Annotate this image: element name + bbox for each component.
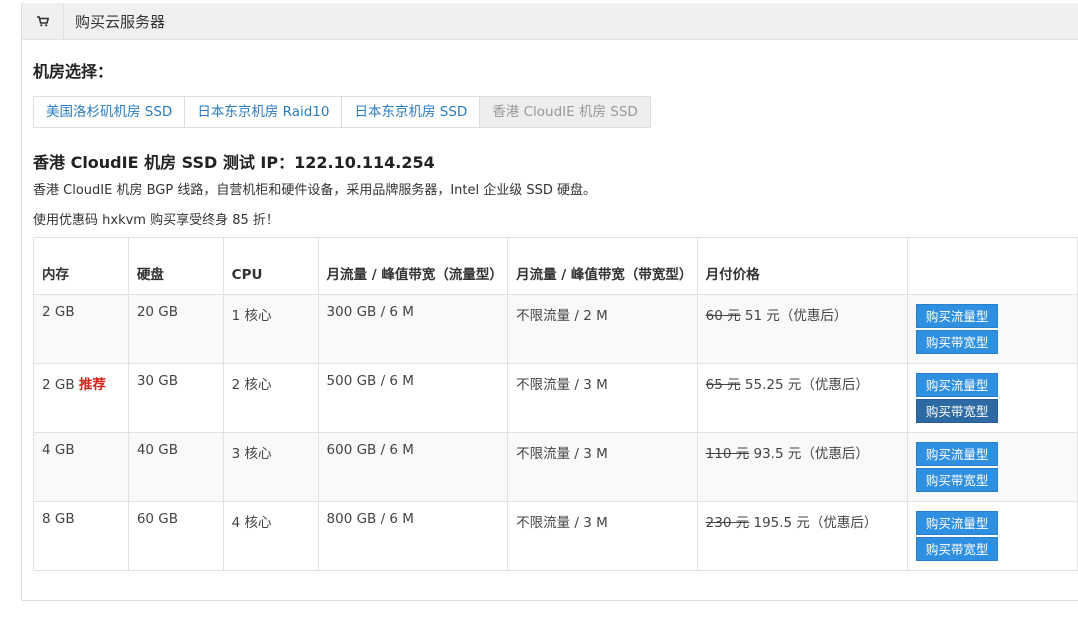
plans-table: 内存 硬盘 CPU 月流量 / 峰值带宽（流量型） 月流量 / 峰值带宽（带宽型… xyxy=(33,237,1078,571)
room-title: 香港 CloudIE 机房 SSD 测试 IP：122.10.114.254 xyxy=(33,153,435,172)
coupon-note: 使用优惠码 hxkvm 购买享受终身 85 折！ xyxy=(33,213,279,228)
cell-bandwidth: 不限流量 / 3 M xyxy=(507,501,698,571)
table-row: 2 GB 20 GB 1 核心 300 GB / 6 M 不限流量 / 2 M … xyxy=(33,294,1078,364)
cell-disk: 40 GB xyxy=(127,432,224,502)
cell-traffic: 300 GB / 6 M xyxy=(317,294,509,364)
col-header-price: 月付价格 xyxy=(696,237,909,295)
table-row: 8 GB 60 GB 4 核心 800 GB / 6 M 不限流量 / 3 M … xyxy=(33,501,1078,571)
tab-hk-cloudie-ssd[interactable]: 香港 CloudIE 机房 SSD xyxy=(480,97,650,127)
col-header-cpu: CPU xyxy=(222,237,319,295)
cell-price: 230 元 195.5 元（优惠后） xyxy=(696,501,909,571)
cell-actions: 购买流量型 购买带宽型 xyxy=(907,294,1078,364)
cart-icon xyxy=(22,3,64,39)
tab-jp-tokyo-ssd[interactable]: 日本东京机房 SSD xyxy=(342,97,481,127)
datacenter-label: 机房选择： xyxy=(33,62,114,81)
cell-memory: 4 GB xyxy=(33,432,129,502)
cell-memory: 2 GB xyxy=(33,294,129,364)
table-row: 4 GB 40 GB 3 核心 600 GB / 6 M 不限流量 / 3 M … xyxy=(33,432,1078,502)
cell-disk: 60 GB xyxy=(127,501,224,571)
cell-cpu: 3 核心 xyxy=(222,432,319,502)
cell-cpu: 1 核心 xyxy=(222,294,319,364)
cell-price: 60 元 51 元（优惠后） xyxy=(696,294,909,364)
col-header-memory: 内存 xyxy=(33,237,129,295)
buy-bandwidth-button[interactable]: 购买带宽型 xyxy=(916,537,999,561)
buy-bandwidth-button[interactable]: 购买带宽型 xyxy=(916,399,999,423)
col-header-actions xyxy=(907,237,1078,295)
col-header-bandwidth: 月流量 / 峰值带宽（带宽型） xyxy=(507,237,698,295)
cell-traffic: 800 GB / 6 M xyxy=(317,501,509,571)
new-price: 55.25 元（优惠后） xyxy=(740,377,869,393)
recommend-badge: 推荐 xyxy=(78,377,106,393)
buy-traffic-button[interactable]: 购买流量型 xyxy=(916,511,999,535)
buy-server-panel: 购买云服务器 机房选择： 美国洛杉矶机房 SSD 日本东京机房 Raid10 日… xyxy=(21,3,1078,601)
new-price: 195.5 元（优惠后） xyxy=(749,515,878,531)
cell-bandwidth: 不限流量 / 3 M xyxy=(507,432,698,502)
panel-header: 购买云服务器 xyxy=(22,3,1078,40)
old-price: 60 元 xyxy=(705,308,741,324)
cell-price: 110 元 93.5 元（优惠后） xyxy=(696,432,909,502)
cell-price: 65 元 55.25 元（优惠后） xyxy=(696,363,909,433)
buy-bandwidth-button[interactable]: 购买带宽型 xyxy=(916,468,999,492)
cell-memory: 2 GB 推荐 xyxy=(33,363,129,433)
old-price: 65 元 xyxy=(705,377,741,393)
buy-bandwidth-button[interactable]: 购买带宽型 xyxy=(916,330,999,354)
cell-actions: 购买流量型 购买带宽型 xyxy=(907,363,1078,433)
table-row: 2 GB 推荐 30 GB 2 核心 500 GB / 6 M 不限流量 / 3… xyxy=(33,363,1078,433)
cell-bandwidth: 不限流量 / 3 M xyxy=(507,363,698,433)
cell-bandwidth: 不限流量 / 2 M xyxy=(507,294,698,364)
tab-jp-tokyo-raid10[interactable]: 日本东京机房 Raid10 xyxy=(185,97,343,127)
cell-traffic: 600 GB / 6 M xyxy=(317,432,509,502)
cell-disk: 30 GB xyxy=(127,363,224,433)
buy-traffic-button[interactable]: 购买流量型 xyxy=(916,304,999,328)
col-header-traffic: 月流量 / 峰值带宽（流量型） xyxy=(317,237,509,295)
cell-traffic: 500 GB / 6 M xyxy=(317,363,509,433)
old-price: 110 元 xyxy=(705,446,750,462)
panel-title: 购买云服务器 xyxy=(75,12,166,31)
tab-us-la-ssd[interactable]: 美国洛杉矶机房 SSD xyxy=(34,97,186,127)
new-price: 93.5 元（优惠后） xyxy=(749,446,869,462)
new-price: 51 元（优惠后） xyxy=(740,308,848,324)
cell-cpu: 2 核心 xyxy=(222,363,319,433)
buy-traffic-button[interactable]: 购买流量型 xyxy=(916,442,999,466)
table-header-row: 内存 硬盘 CPU 月流量 / 峰值带宽（流量型） 月流量 / 峰值带宽（带宽型… xyxy=(33,237,1078,295)
cell-memory: 8 GB xyxy=(33,501,129,571)
old-price: 230 元 xyxy=(705,515,750,531)
cell-actions: 购买流量型 购买带宽型 xyxy=(907,501,1078,571)
cell-cpu: 4 核心 xyxy=(222,501,319,571)
buy-traffic-button[interactable]: 购买流量型 xyxy=(916,373,999,397)
cell-actions: 购买流量型 购买带宽型 xyxy=(907,432,1078,502)
col-header-disk: 硬盘 xyxy=(127,237,224,295)
cell-disk: 20 GB xyxy=(127,294,224,364)
room-description: 香港 CloudIE 机房 BGP 线路，自营机柜和硬件设备，采用品牌服务器，I… xyxy=(33,183,597,198)
datacenter-tabs: 美国洛杉矶机房 SSD 日本东京机房 Raid10 日本东京机房 SSD 香港 … xyxy=(33,96,651,128)
